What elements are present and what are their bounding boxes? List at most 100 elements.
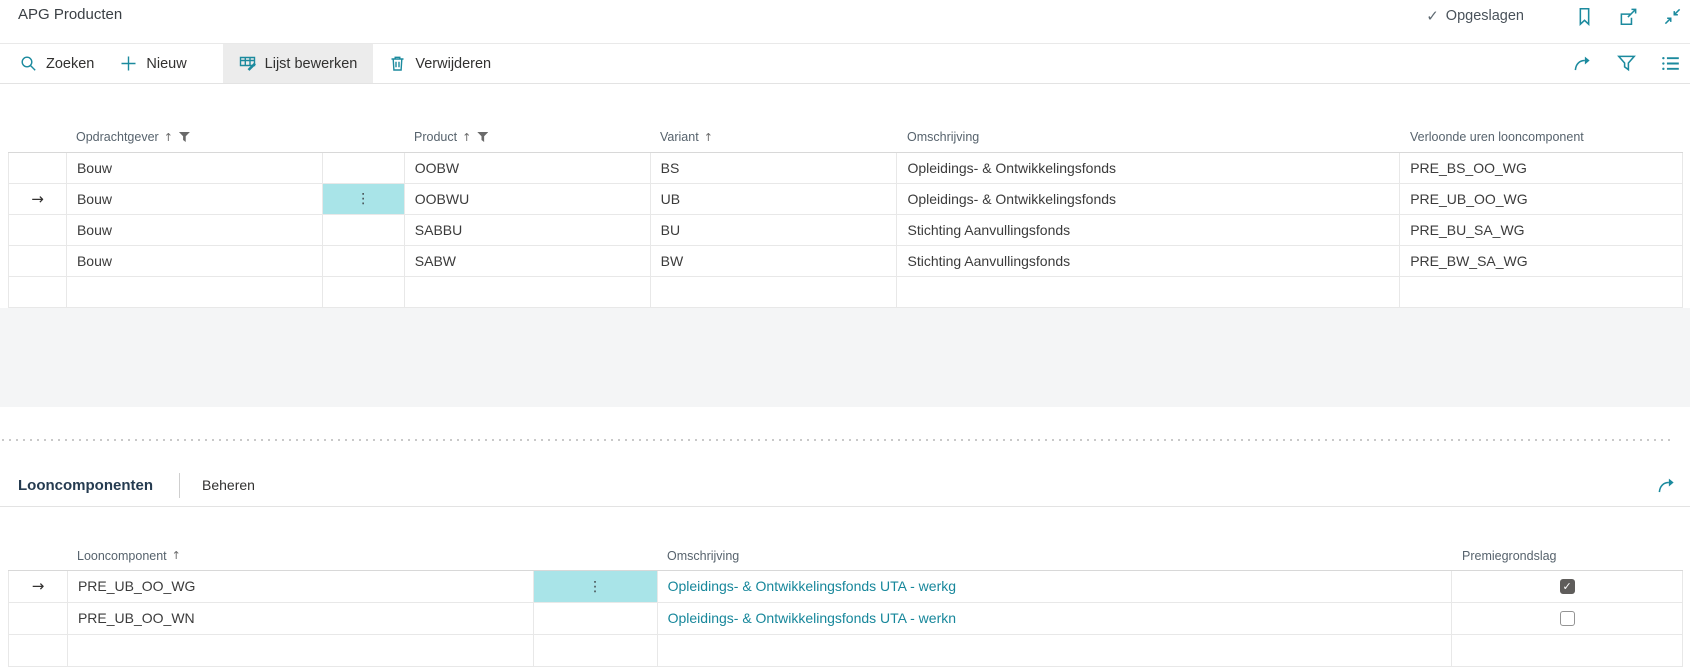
section-title: Looncomponenten: [18, 476, 153, 494]
toolbar-right-icons: [1548, 44, 1680, 83]
column-filter-icon: [178, 132, 190, 142]
title-bar: APG Producten ✓ Opgeslagen: [0, 0, 1690, 43]
cell-context[interactable]: [534, 603, 658, 634]
column-label: Premiegrondslag: [1462, 548, 1557, 563]
cell-variant[interactable]: UB: [651, 184, 898, 214]
new-button[interactable]: Nieuw: [118, 44, 188, 83]
column-label: Omschrijving: [667, 548, 740, 563]
row-selector-cell[interactable]: [9, 153, 67, 183]
column-header-omschrijving[interactable]: Omschrijving: [657, 549, 1452, 563]
column-header-opdrachtgever[interactable]: Opdrachtgever ↑: [66, 130, 322, 144]
cell-context[interactable]: [534, 635, 658, 666]
column-filter-icon: [477, 132, 489, 142]
row-selector-cell[interactable]: [9, 277, 67, 307]
saved-check-icon: ✓: [1426, 7, 1439, 25]
cell-variant[interactable]: BS: [651, 153, 898, 183]
cell-product[interactable]: OOBW: [405, 153, 651, 183]
open-in-new-window-icon[interactable]: [1618, 6, 1638, 26]
column-header-looncomponent[interactable]: Looncomponent ↑: [67, 549, 533, 563]
cell-verloonde[interactable]: PRE_UB_OO_WG: [1400, 184, 1684, 214]
cell-premiegrondslag: [1452, 571, 1683, 602]
cell-opdrachtgever[interactable]: Bouw: [67, 246, 323, 276]
premiegrondslag-checkbox[interactable]: [1559, 579, 1575, 594]
table-row: PRE_UB_OO_WN Opleidings- & Ontwikkelings…: [8, 603, 1683, 635]
sort-ascending-icon: ↑: [171, 549, 181, 562]
cell-looncomponent[interactable]: [68, 635, 534, 666]
save-status: ✓ Opgeslagen: [1426, 7, 1524, 25]
cell-verloonde[interactable]: PRE_BS_OO_WG: [1400, 153, 1684, 183]
cell-opdrachtgever[interactable]: Bouw: [67, 153, 323, 183]
cell-variant[interactable]: BW: [651, 246, 898, 276]
cell-product[interactable]: SABW: [405, 246, 651, 276]
cell-omschrijving[interactable]: [897, 277, 1401, 307]
cell-product[interactable]: OOBWU: [405, 184, 651, 214]
row-selector-cell[interactable]: [9, 246, 67, 276]
options-icon[interactable]: [1660, 54, 1680, 74]
column-header-verloonde-uren[interactable]: Verloonde uren looncomponent: [1400, 130, 1683, 144]
cell-omschrijving-link[interactable]: Opleidings- & Ontwikkelingsfonds UTA - w…: [658, 603, 1453, 634]
table-row-empty: [8, 277, 1684, 308]
column-label: Product: [414, 130, 458, 144]
sort-ascending-icon: ↑: [703, 130, 713, 144]
delete-button[interactable]: Verwijderen: [387, 44, 493, 83]
cell-omschrijving[interactable]: Stichting Aanvullingsfonds: [897, 215, 1401, 245]
search-label: Zoeken: [46, 55, 95, 72]
ellipsis-icon: ⋮: [356, 191, 371, 207]
cell-variant[interactable]: [651, 277, 898, 307]
filter-icon[interactable]: [1616, 54, 1636, 74]
row-selector-cell[interactable]: →: [9, 184, 67, 214]
cell-context[interactable]: [323, 215, 405, 245]
edit-list-label: Lijst bewerken: [264, 55, 358, 72]
cell-variant[interactable]: BU: [651, 215, 898, 245]
cell-verloonde[interactable]: PRE_BU_SA_WG: [1400, 215, 1684, 245]
sort-ascending-icon: ↑: [163, 130, 173, 144]
cell-product[interactable]: [405, 277, 651, 307]
section-divider: [179, 472, 180, 498]
edit-list-button[interactable]: Lijst bewerken: [222, 44, 374, 83]
cell-omschrijving[interactable]: Opleidings- & Ontwikkelingsfonds: [897, 153, 1401, 183]
cell-looncomponent[interactable]: PRE_UB_OO_WG: [68, 571, 534, 602]
products-table: Opdrachtgever ↑ Product ↑ Variant ↑ Omsc…: [8, 112, 1684, 308]
products-table-header: Opdrachtgever ↑ Product ↑ Variant ↑ Omsc…: [8, 112, 1683, 153]
cell-opdrachtgever[interactable]: Bouw: [67, 184, 323, 214]
sort-ascending-icon: ↑: [462, 130, 472, 144]
premiegrondslag-checkbox[interactable]: [1559, 611, 1575, 626]
manage-menu-button[interactable]: Beheren: [202, 477, 255, 493]
column-header-product[interactable]: Product ↑: [404, 130, 650, 144]
share-icon[interactable]: [1656, 475, 1676, 495]
collapse-icon[interactable]: [1662, 6, 1682, 26]
cell-context[interactable]: [323, 246, 405, 276]
row-selector-cell[interactable]: [9, 215, 67, 245]
cell-opdrachtgever[interactable]: [67, 277, 323, 307]
cell-omschrijving[interactable]: Stichting Aanvullingsfonds: [897, 246, 1401, 276]
column-header-variant[interactable]: Variant ↑: [650, 130, 897, 144]
table-row-active: → PRE_UB_OO_WG ⋮ Opleidings- & Ontwikkel…: [8, 571, 1683, 603]
cell-premiegrondslag: [1452, 635, 1683, 666]
cell-context-menu[interactable]: ⋮: [322, 184, 405, 214]
row-selector-cell[interactable]: →: [9, 571, 68, 602]
cell-context[interactable]: [323, 153, 405, 183]
bookmark-icon[interactable]: [1574, 6, 1594, 26]
trash-icon: [391, 56, 404, 71]
share-icon[interactable]: [1572, 54, 1592, 74]
cell-context-menu[interactable]: ⋮: [533, 571, 658, 602]
row-selector-cell[interactable]: [9, 603, 68, 634]
cell-verloonde[interactable]: [1400, 277, 1684, 307]
cell-opdrachtgever[interactable]: Bouw: [67, 215, 323, 245]
cell-premiegrondslag: [1452, 603, 1683, 634]
table-row-empty: [8, 635, 1683, 667]
cell-looncomponent[interactable]: PRE_UB_OO_WN: [68, 603, 534, 634]
cell-verloonde[interactable]: PRE_BW_SA_WG: [1400, 246, 1684, 276]
row-selector-cell[interactable]: [9, 635, 68, 666]
cell-context[interactable]: [323, 277, 405, 307]
edit-list-icon: [239, 56, 256, 71]
cell-omschrijving[interactable]: Opleidings- & Ontwikkelingsfonds: [897, 184, 1401, 214]
search-button[interactable]: Zoeken: [18, 44, 96, 83]
column-label: Looncomponent: [77, 548, 167, 563]
cell-omschrijving-link[interactable]: Opleidings- & Ontwikkelingsfonds UTA - w…: [658, 571, 1453, 602]
column-header-premiegrondslag[interactable]: Premiegrondslag: [1452, 549, 1683, 563]
cell-omschrijving[interactable]: [658, 635, 1453, 666]
table-row-active: → Bouw ⋮ OOBWU UB Opleidings- & Ontwikke…: [8, 184, 1684, 215]
cell-product[interactable]: SABBU: [405, 215, 651, 245]
column-header-omschrijving[interactable]: Omschrijving: [897, 130, 1400, 144]
